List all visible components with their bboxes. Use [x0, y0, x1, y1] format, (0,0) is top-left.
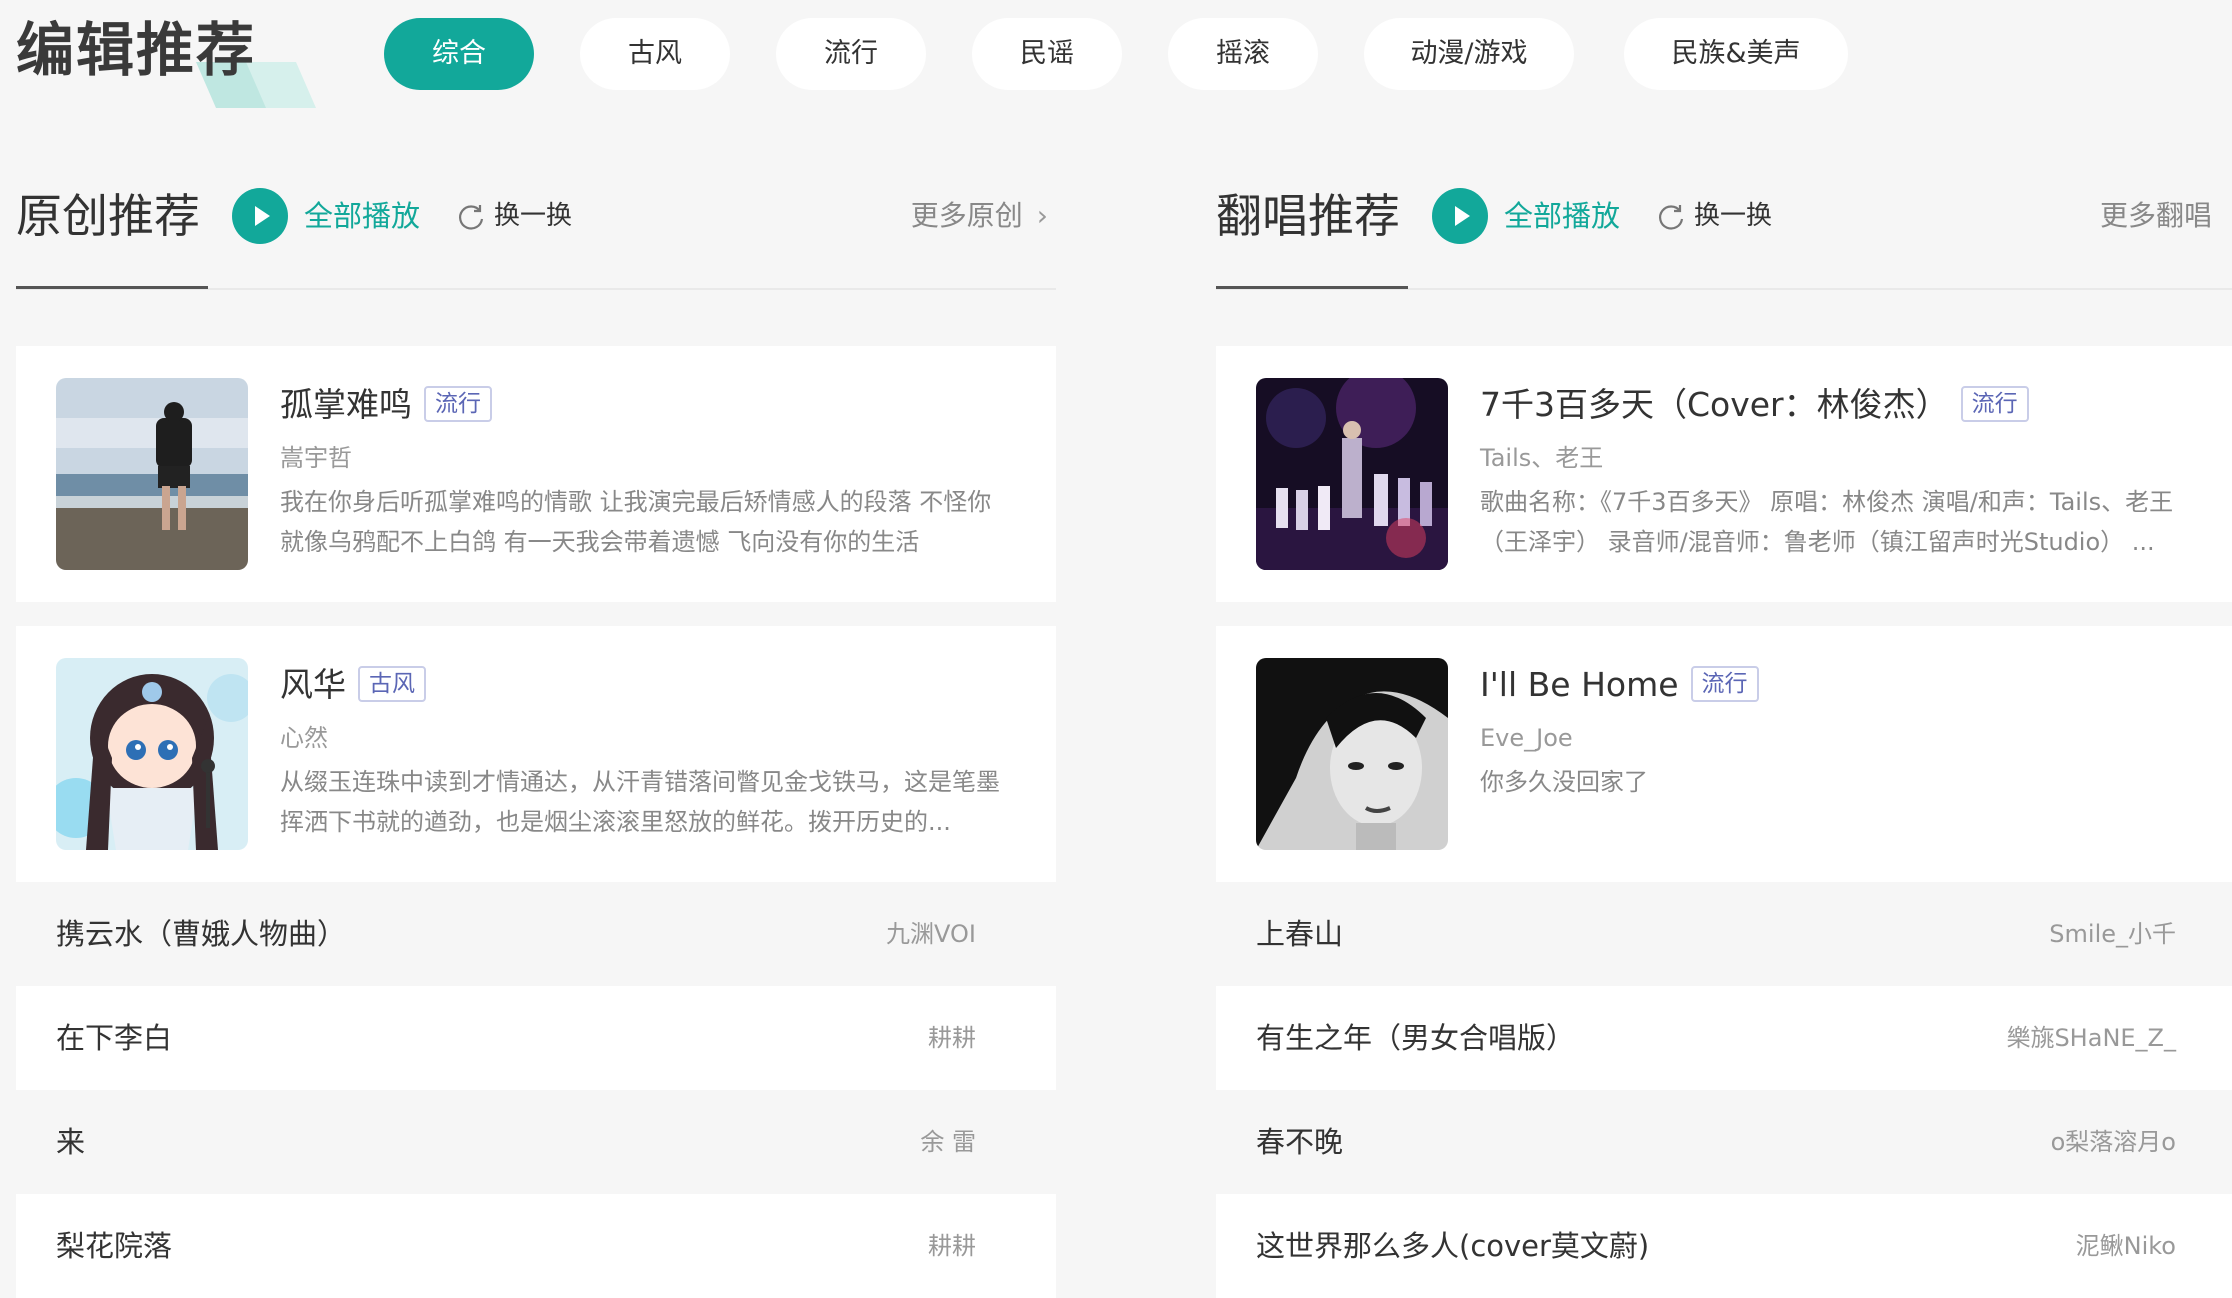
- list-song-artist[interactable]: Smile_小千: [2049, 882, 2176, 986]
- album-cover[interactable]: [56, 658, 248, 850]
- song-title-text: 7千3百多天（Cover：林俊杰）: [1480, 385, 1949, 424]
- list-song-title[interactable]: 春不晚: [1256, 1090, 1343, 1194]
- song-description: 歌曲名称：《7千3百多天》 原唱：林俊杰 演唱/和声：Tails、老王（王泽宇）…: [1480, 488, 2174, 556]
- genre-tag: 流行: [1690, 665, 1759, 702]
- tab-all[interactable]: 综合: [384, 18, 534, 90]
- original-recommend-panel: 原创推荐 全部播放 换一换 更多原创 › 孤掌难鸣 流行 嵩宇哲 我在你身后听孤…: [16, 170, 1056, 1298]
- song-title[interactable]: I'll Be Home 流行: [1480, 660, 1759, 710]
- list-item[interactable]: 有生之年（男女合唱版） 樂旐SHaNE_Z_: [1216, 986, 2232, 1090]
- song-title[interactable]: 孤掌难鸣 流行: [280, 380, 492, 430]
- song-title[interactable]: 风华 古风: [280, 660, 426, 710]
- tab-ethnic-bel-canto[interactable]: 民族&美声: [1624, 18, 1848, 90]
- list-song-artist[interactable]: 耕耕: [928, 986, 976, 1090]
- more-original-link[interactable]: 更多原创 ›: [911, 194, 1048, 238]
- play-all-button[interactable]: [1432, 188, 1488, 244]
- song-artist[interactable]: 嵩宇哲: [280, 440, 352, 476]
- song-title-text: 孤掌难鸣: [280, 385, 412, 424]
- list-item[interactable]: 来 余 雷: [16, 1090, 1056, 1194]
- play-icon: [255, 206, 270, 226]
- list-song-title[interactable]: 上春山: [1256, 882, 1343, 986]
- list-item[interactable]: 这世界那么多人(cover莫文蔚) 泥鳅Niko: [1216, 1194, 2232, 1298]
- list-item[interactable]: 在下李白 耕耕: [16, 986, 1056, 1090]
- list-song-title[interactable]: 有生之年（男女合唱版）: [1256, 986, 1575, 1090]
- play-all-button[interactable]: [232, 188, 288, 244]
- list-item[interactable]: 上春山 Smile_小千: [1216, 882, 2232, 986]
- song-description: 你多久没回家了: [1480, 768, 1648, 796]
- refresh-icon: [1659, 205, 1684, 230]
- section-title: 翻唱推荐: [1216, 189, 1400, 243]
- section-divider-accent: [16, 286, 208, 289]
- refresh-label: 换一换: [494, 201, 573, 231]
- play-all-link[interactable]: 全部播放: [304, 194, 420, 238]
- play-icon: [1455, 206, 1470, 226]
- list-song-artist[interactable]: 樂旐SHaNE_Z_: [2006, 986, 2176, 1090]
- song-card[interactable]: 风华 古风 心然 从缀玉连珠中读到才情通达，从汗青错落间瞥见金戈铁马，这是笔墨挥洒…: [16, 626, 1056, 882]
- list-song-artist[interactable]: o梨落溶月o: [2051, 1090, 2176, 1194]
- refresh-icon: [459, 205, 484, 230]
- refresh-label: 换一换: [1694, 201, 1773, 231]
- song-artist[interactable]: Eve_Joe: [1480, 720, 1573, 756]
- list-song-title[interactable]: 这世界那么多人(cover莫文蔚): [1256, 1194, 1649, 1298]
- album-cover[interactable]: [1256, 378, 1448, 570]
- section-header: 原创推荐 全部播放 换一换 更多原创 ›: [16, 170, 1056, 290]
- chevron-right-icon: ›: [1036, 199, 1048, 232]
- list-song-artist[interactable]: 泥鳅Niko: [2076, 1194, 2176, 1298]
- song-description: 我在你身后听孤掌难鸣的情歌 让我演完最后矫情感人的段落 不怪你就像乌鸦配不上白鸽…: [280, 488, 992, 556]
- tab-rock[interactable]: 摇滚: [1168, 18, 1318, 90]
- chibi-singer-cover: [56, 658, 248, 850]
- bw-portrait-cover: [1256, 658, 1448, 850]
- list-song-artist[interactable]: 余 雷: [920, 1090, 976, 1194]
- tab-anime-game[interactable]: 动漫/游戏: [1364, 18, 1574, 90]
- song-description: 从缀玉连珠中读到才情通达，从汗青错落间瞥见金戈铁马，这是笔墨挥洒下书就的遒劲，也…: [280, 768, 1000, 836]
- genre-tag: 古风: [358, 665, 426, 702]
- tab-pop[interactable]: 流行: [776, 18, 926, 90]
- section-divider-accent: [1216, 286, 1408, 289]
- list-item[interactable]: 携云水（曹娥人物曲） 九渊VOI: [16, 882, 1056, 986]
- top-bar: 编辑推荐 综合 古风 流行 民谣 摇滚 动漫/游戏 民族&美声: [0, 0, 2232, 110]
- list-item[interactable]: 春不晚 o梨落溶月o: [1216, 1090, 2232, 1194]
- album-cover[interactable]: [56, 378, 248, 570]
- genre-tag: 流行: [424, 385, 492, 422]
- song-title-text: I'll Be Home: [1480, 665, 1679, 704]
- play-all-link[interactable]: 全部播放: [1504, 194, 1620, 238]
- list-song-artist[interactable]: 耕耕: [928, 1194, 976, 1298]
- man-on-beach-cover: [56, 378, 248, 570]
- genre-tag: 流行: [1960, 385, 2029, 422]
- more-covers-link[interactable]: 更多翻唱: [2100, 194, 2212, 238]
- song-title[interactable]: 7千3百多天（Cover：林俊杰） 流行: [1480, 380, 2029, 430]
- list-song-artist[interactable]: 九渊VOI: [886, 882, 976, 986]
- list-song-title[interactable]: 梨花院落: [56, 1194, 172, 1298]
- tab-folk[interactable]: 民谣: [972, 18, 1122, 90]
- list-song-title[interactable]: 携云水（曹娥人物曲）: [56, 882, 346, 986]
- page-title: 编辑推荐: [16, 16, 257, 84]
- section-title: 原创推荐: [16, 189, 200, 243]
- list-item[interactable]: 梨花院落 耕耕: [16, 1194, 1056, 1298]
- song-card[interactable]: 孤掌难鸣 流行 嵩宇哲 我在你身后听孤掌难鸣的情歌 让我演完最后矫情感人的段落 不…: [16, 346, 1056, 602]
- tab-gufeng[interactable]: 古风: [580, 18, 730, 90]
- concert-stage-cover: [1256, 378, 1448, 570]
- section-header: 翻唱推荐 全部播放 换一换 更多翻唱: [1216, 170, 2232, 290]
- song-card[interactable]: I'll Be Home 流行 Eve_Joe 你多久没回家了: [1216, 626, 2232, 882]
- brand: 编辑推荐: [16, 14, 316, 108]
- list-song-title[interactable]: 来: [56, 1090, 85, 1194]
- song-card[interactable]: 7千3百多天（Cover：林俊杰） 流行 Tails、老王 歌曲名称：《7千3百多…: [1216, 346, 2232, 602]
- list-song-title[interactable]: 在下李白: [56, 986, 172, 1090]
- more-covers-label: 更多翻唱: [2099, 199, 2212, 232]
- more-original-label: 更多原创: [910, 199, 1023, 232]
- cover-recommend-panel: 翻唱推荐 全部播放 换一换 更多翻唱 7千3百多天（Cover：林俊杰） 流行 …: [1216, 170, 2232, 1298]
- song-title-text: 风华: [280, 665, 346, 704]
- song-artist[interactable]: 心然: [280, 720, 328, 756]
- album-cover[interactable]: [1256, 658, 1448, 850]
- song-artist[interactable]: Tails、老王: [1480, 440, 1603, 476]
